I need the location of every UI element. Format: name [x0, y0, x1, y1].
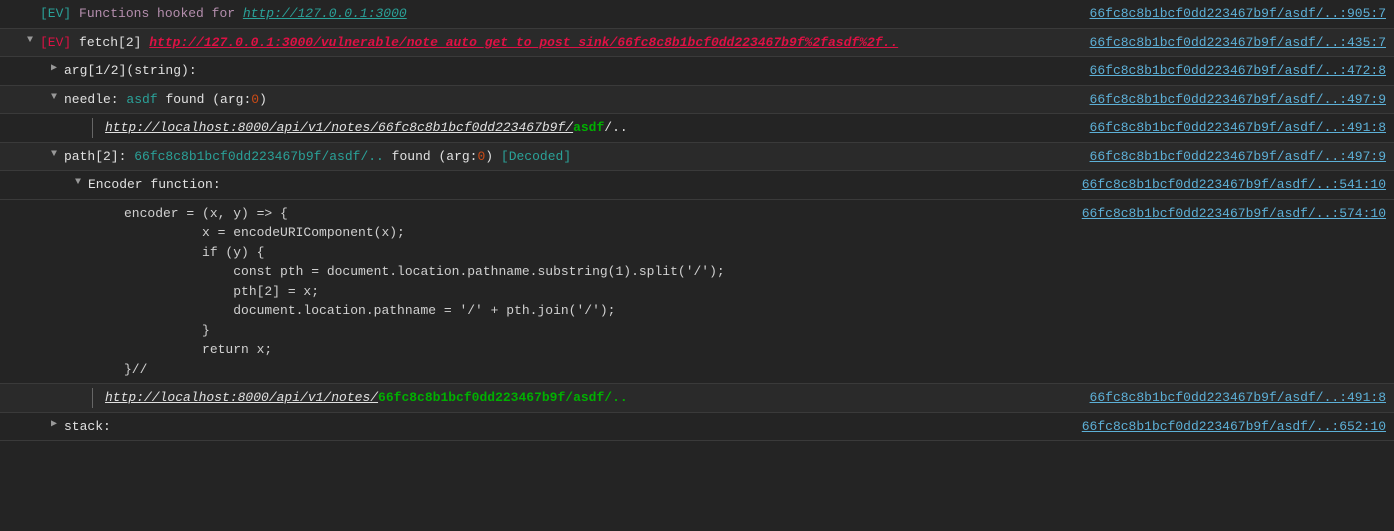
log-row-r4: http://localhost:8000/api/v1/notes/66fc8…: [0, 114, 1394, 143]
log-message: Encoder function:: [88, 177, 221, 192]
code-snippet: encoder = (x, y) => { x = encodeURICompo…: [112, 204, 1062, 380]
source-link[interactable]: 66fc8c8b1bcf0dd223467b9f/asdf/..:491:8: [1090, 390, 1386, 405]
source-link[interactable]: 66fc8c8b1bcf0dd223467b9f/asdf/..:472:8: [1090, 63, 1386, 78]
console-log-panel: [EV] Functions hooked for http://127.0.0…: [0, 0, 1394, 441]
log-message: arg[1/2](string):: [64, 63, 197, 78]
disclosure-triangle[interactable]: ▶: [48, 417, 60, 432]
disclosure-triangle[interactable]: ▶: [48, 61, 60, 76]
source-link[interactable]: 66fc8c8b1bcf0dd223467b9f/asdf/..:574:10: [1082, 206, 1386, 221]
log-row-r3: ▼ needle: asdf found (arg:0) 66fc8c8b1bcf0…: [0, 86, 1394, 115]
disclosure-triangle[interactable]: ▼: [72, 175, 84, 190]
disclosure-triangle[interactable]: ▼: [24, 33, 36, 48]
log-message: needle: asdf found (arg:0): [64, 92, 267, 107]
log-row-r8: http://localhost:8000/api/v1/notes/66fc8…: [0, 384, 1394, 413]
log-message: path[2]: 66fc8c8b1bcf0dd223467b9f/asdf/.…: [64, 149, 571, 164]
log-message: http://localhost:8000/api/v1/notes/66fc8…: [105, 390, 628, 405]
log-row-r5: ▼ path[2]: 66fc8c8b1bcf0dd223467b9f/asdf/…: [0, 143, 1394, 172]
log-message: http://localhost:8000/api/v1/notes/66fc8…: [105, 120, 628, 135]
log-row-r9: ▶ stack: 66fc8c8b1bcf0dd223467b9f/asdf/..:…: [0, 413, 1394, 442]
log-message: [EV] fetch[2] http://127.0.0.1:3000/vuln…: [40, 35, 898, 50]
source-link[interactable]: 66fc8c8b1bcf0dd223467b9f/asdf/..:491:8: [1090, 120, 1386, 135]
source-link[interactable]: 66fc8c8b1bcf0dd223467b9f/asdf/..:541:10: [1082, 177, 1386, 192]
log-row-r0: [EV] Functions hooked for http://127.0.0…: [0, 0, 1394, 29]
log-row-r7: encoder = (x, y) => { x = encodeURICompo…: [0, 200, 1394, 385]
log-row-r1: ▼ [EV] fetch[2] http://127.0.0.1:3000/vul…: [0, 29, 1394, 58]
source-link[interactable]: 66fc8c8b1bcf0dd223467b9f/asdf/..:435:7: [1090, 35, 1386, 50]
source-link[interactable]: 66fc8c8b1bcf0dd223467b9f/asdf/..:652:10: [1082, 419, 1386, 434]
log-row-r6: ▼ Encoder function: 66fc8c8b1bcf0dd223467b…: [0, 171, 1394, 200]
source-link[interactable]: 66fc8c8b1bcf0dd223467b9f/asdf/..:497:9: [1090, 92, 1386, 107]
disclosure-triangle[interactable]: ▼: [48, 147, 60, 162]
disclosure-triangle[interactable]: ▼: [48, 90, 60, 105]
source-link[interactable]: 66fc8c8b1bcf0dd223467b9f/asdf/..:497:9: [1090, 149, 1386, 164]
log-message: stack:: [64, 419, 111, 434]
source-link[interactable]: 66fc8c8b1bcf0dd223467b9f/asdf/..:905:7: [1090, 6, 1386, 21]
log-row-r2: ▶ arg[1/2](string): 66fc8c8b1bcf0dd223467b…: [0, 57, 1394, 86]
log-message: [EV] Functions hooked for http://127.0.0…: [40, 6, 407, 21]
